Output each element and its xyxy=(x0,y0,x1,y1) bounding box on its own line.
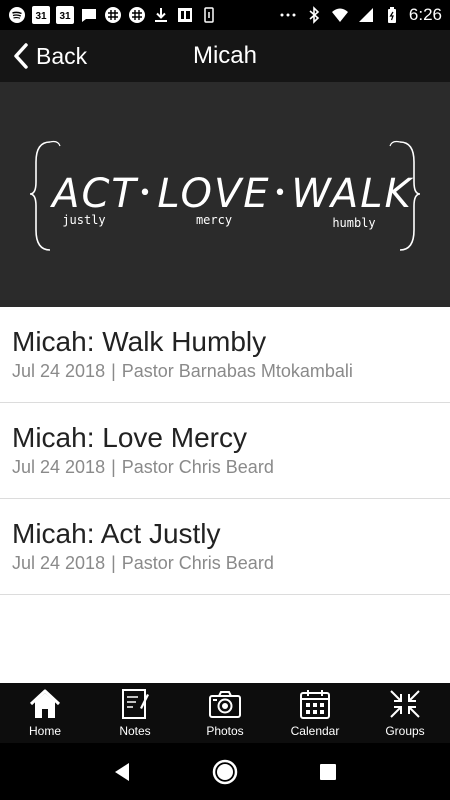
bottom-tab-bar: Home Notes Photos Calendar Groups xyxy=(0,683,450,743)
banner-separator: • xyxy=(274,181,287,206)
sermon-speaker: Pastor Chris Beard xyxy=(121,457,274,477)
banner-word-act: ACT xyxy=(49,171,139,217)
status-system: 6:26 xyxy=(279,5,442,25)
back-label: Back xyxy=(36,42,88,69)
nav-back-button[interactable] xyxy=(102,752,142,792)
tab-notes[interactable]: Notes xyxy=(90,683,180,743)
sermon-speaker: Pastor Chris Beard xyxy=(121,553,274,573)
banner-subword-mercy: mercy xyxy=(196,213,232,227)
meta-separator: | xyxy=(111,457,116,477)
app-bar: Back Micah xyxy=(0,30,450,82)
calendar-notification-icon: 31 xyxy=(56,6,74,24)
back-button[interactable]: Back xyxy=(12,30,87,82)
notes-icon xyxy=(122,689,149,719)
sermon-date: Jul 24 2018 xyxy=(12,553,106,573)
slack-icon xyxy=(128,6,146,24)
sermon-meta: Jul 24 2018 | Pastor Chris Beard xyxy=(12,457,438,478)
clock: 6:26 xyxy=(408,5,442,24)
battery-saver-icon xyxy=(200,6,218,24)
tab-photos[interactable]: Photos xyxy=(180,683,270,743)
list-item[interactable]: Micah: Act Justly Jul 24 2018 | Pastor Chr… xyxy=(0,499,450,595)
sermon-date: Jul 24 2018 xyxy=(12,457,106,477)
sermon-title: Micah: Walk Humbly xyxy=(12,326,267,357)
spotify-icon xyxy=(8,6,26,24)
sermon-speaker: Pastor Barnabas Mtokambali xyxy=(121,361,353,381)
tab-label: Photos xyxy=(206,724,244,738)
banner-subword-justly: justly xyxy=(62,213,105,227)
list-item[interactable]: Micah: Love Mercy Jul 24 2018 | Pastor Chr… xyxy=(0,403,450,499)
camera-icon xyxy=(209,691,241,718)
chevron-left-icon xyxy=(14,43,28,69)
circle-home-icon xyxy=(212,759,238,784)
series-banner: ACT • LOVE • WALK justly mercy humbly xyxy=(0,82,450,307)
banner-word-walk: WALK xyxy=(291,171,413,217)
system-nav-bar xyxy=(0,743,450,800)
banner-artwork: ACT • LOVE • WALK justly mercy humbly xyxy=(29,140,421,251)
tab-home[interactable]: Home xyxy=(0,683,90,743)
nav-home-button[interactable] xyxy=(205,752,245,792)
banner-word-love: LOVE xyxy=(157,171,270,217)
signal-icon xyxy=(357,6,375,24)
home-icon xyxy=(29,689,61,718)
banner-separator: • xyxy=(139,181,152,206)
download-icon xyxy=(152,6,170,24)
chat-icon xyxy=(80,6,98,24)
groups-icon xyxy=(390,690,420,718)
triangle-back-icon xyxy=(114,762,129,781)
meta-separator: | xyxy=(111,361,116,381)
square-recents-icon xyxy=(320,763,337,780)
wifi-icon xyxy=(331,6,349,24)
tab-label: Home xyxy=(28,724,61,738)
more-icon xyxy=(279,6,297,24)
slack-icon xyxy=(104,6,122,24)
news-icon xyxy=(176,6,194,24)
list-item[interactable]: Micah: Walk Humbly Jul 24 2018 | Pastor Ba… xyxy=(0,307,450,403)
nav-recents-button[interactable] xyxy=(308,752,348,792)
battery-icon xyxy=(383,6,401,24)
sermon-title: Micah: Love Mercy xyxy=(12,422,247,453)
status-bar: 31 31 6:26 xyxy=(0,0,450,30)
tab-label: Notes xyxy=(119,724,151,738)
status-notifications: 31 31 xyxy=(8,6,218,24)
meta-separator: | xyxy=(111,553,116,573)
calendar-notification-icon: 31 xyxy=(32,6,50,24)
tab-groups[interactable]: Groups xyxy=(360,683,450,743)
tab-label: Groups xyxy=(385,724,425,738)
sermon-title: Micah: Act Justly xyxy=(12,518,221,549)
sermon-list: Micah: Walk Humbly Jul 24 2018 | Pastor Ba… xyxy=(0,307,450,595)
tab-label: Calendar xyxy=(290,724,340,738)
sermon-date: Jul 24 2018 xyxy=(12,361,106,381)
bluetooth-icon xyxy=(305,6,323,24)
sermon-meta: Jul 24 2018 | Pastor Chris Beard xyxy=(12,553,438,574)
tab-calendar[interactable]: Calendar xyxy=(270,683,360,743)
sermon-meta: Jul 24 2018 | Pastor Barnabas Mtokambali xyxy=(12,361,438,382)
banner-subword-humbly: humbly xyxy=(332,216,375,230)
calendar-icon xyxy=(300,690,330,719)
